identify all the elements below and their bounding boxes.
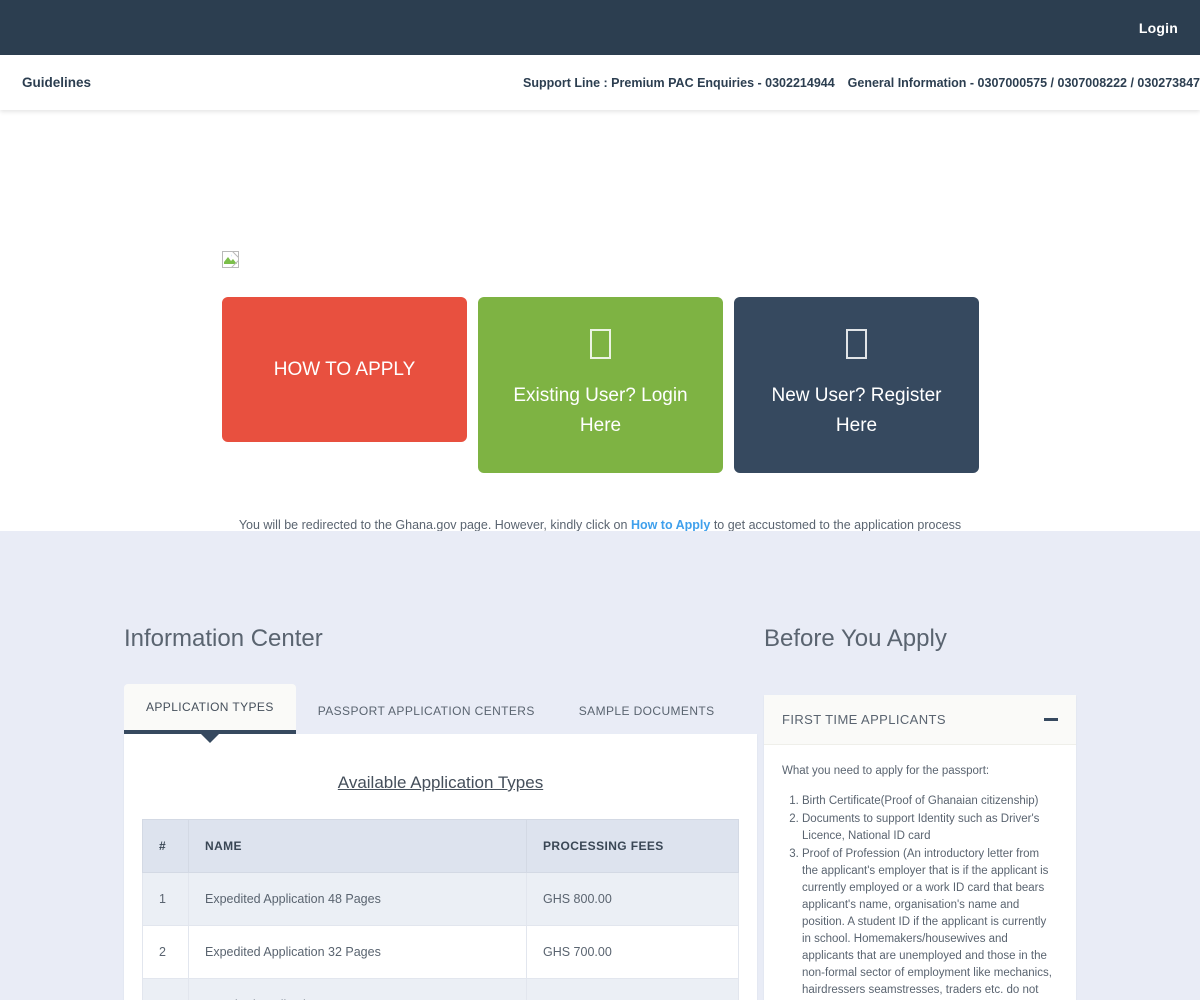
redirect-notice-part1: You will be redirected to the Ghana.gov …	[238, 518, 631, 532]
action-cards: HOW TO APPLY Existing User? Login Here N…	[222, 297, 979, 473]
accordion-header-label: FIRST TIME APPLICANTS	[782, 712, 946, 727]
row-name: Standard Application 32 Pages	[188, 978, 527, 1000]
how-to-apply-link[interactable]: How to Apply	[631, 518, 710, 532]
how-to-apply-card[interactable]: HOW TO APPLY	[222, 297, 467, 442]
existing-user-login-label: Existing User? Login Here	[513, 385, 688, 436]
tab-passport-application-centers[interactable]: PASSPORT APPLICATION CENTERS	[296, 688, 557, 734]
new-user-register-label: New User? Register Here	[771, 385, 942, 436]
how-to-apply-label: HOW TO APPLY	[273, 358, 416, 380]
tab-sample-documents-label: SAMPLE DOCUMENTS	[578, 704, 715, 718]
tab-application-types-label: APPLICATION TYPES	[146, 700, 274, 714]
row-fee: GHS 500.00	[526, 978, 739, 1000]
minus-icon[interactable]	[1044, 718, 1058, 721]
list-item: Proof of Profession (An introductory let…	[802, 846, 1058, 1000]
missing-glyph-box-icon	[590, 329, 611, 359]
tab-application-types[interactable]: APPLICATION TYPES	[124, 684, 296, 743]
general-information-text: General Information - 0307000575 / 03070…	[847, 75, 1200, 90]
table-header-row: # NAME PROCESSING FEES	[142, 819, 739, 873]
row-number: 3	[142, 978, 189, 1000]
row-name: Expedited Application 48 Pages	[188, 872, 527, 926]
requirements-list: Birth Certificate(Proof of Ghanaian citi…	[802, 793, 1058, 1000]
accordion-header-first-time-applicants[interactable]: FIRST TIME APPLICANTS	[764, 695, 1076, 745]
support-contact-info: Support Line : Premium PAC Enquiries - 0…	[523, 76, 1200, 90]
row-number: 2	[142, 925, 189, 979]
secondary-navbar: Guidelines Support Line : Premium PAC En…	[0, 55, 1200, 110]
accordion-body: What you need to apply for the passport:…	[764, 745, 1076, 1000]
information-center-title: Information Center	[124, 625, 323, 652]
list-item: Documents to support Identity such as Dr…	[802, 811, 1058, 845]
tab-passport-application-centers-label: PASSPORT APPLICATION CENTERS	[317, 704, 535, 718]
support-line-text: Support Line : Premium PAC Enquiries - 0…	[523, 75, 835, 90]
tab-sample-documents[interactable]: SAMPLE DOCUMENTS	[557, 688, 737, 734]
before-you-apply-title: Before You Apply	[764, 625, 947, 652]
row-fee: GHS 800.00	[526, 872, 739, 926]
table-header-name: NAME	[188, 819, 527, 873]
hero-section: HOW TO APPLY Existing User? Login Here N…	[0, 110, 1200, 554]
tab-bar: APPLICATION TYPES PASSPORT APPLICATION C…	[124, 684, 757, 743]
table-row: 2 Expedited Application 32 Pages GHS 700…	[142, 925, 739, 979]
row-fee: GHS 700.00	[526, 925, 739, 979]
row-name: Expedited Application 32 Pages	[188, 925, 527, 979]
accordion-intro-text: What you need to apply for the passport:	[782, 765, 990, 777]
panel-heading: Available Application Types	[337, 773, 544, 792]
table-row: 3 Standard Application 32 Pages GHS 500.…	[142, 978, 739, 1000]
information-center-panel: APPLICATION TYPES PASSPORT APPLICATION C…	[124, 684, 757, 1000]
before-you-apply-accordion: FIRST TIME APPLICANTS What you need to a…	[764, 695, 1076, 1000]
list-item: Birth Certificate(Proof of Ghanaian citi…	[802, 793, 1058, 810]
top-navbar: Login	[0, 0, 1200, 55]
information-section: Information Center Before You Apply APPL…	[0, 531, 1200, 1000]
application-types-table: # NAME PROCESSING FEES 1 Expedited Appli…	[142, 819, 739, 1000]
login-link[interactable]: Login	[1139, 20, 1178, 36]
row-number: 1	[142, 872, 189, 926]
table-header-number: #	[142, 819, 189, 873]
table-row: 1 Expedited Application 48 Pages GHS 800…	[142, 872, 739, 926]
missing-glyph-box-icon	[846, 329, 867, 359]
table-header-fees: PROCESSING FEES	[526, 819, 739, 873]
broken-image-icon	[222, 251, 239, 268]
existing-user-login-card[interactable]: Existing User? Login Here	[478, 297, 723, 473]
guidelines-link[interactable]: Guidelines	[22, 75, 91, 90]
application-types-panel: Available Application Types # NAME PROCE…	[124, 734, 757, 1000]
new-user-register-card[interactable]: New User? Register Here	[734, 297, 979, 473]
